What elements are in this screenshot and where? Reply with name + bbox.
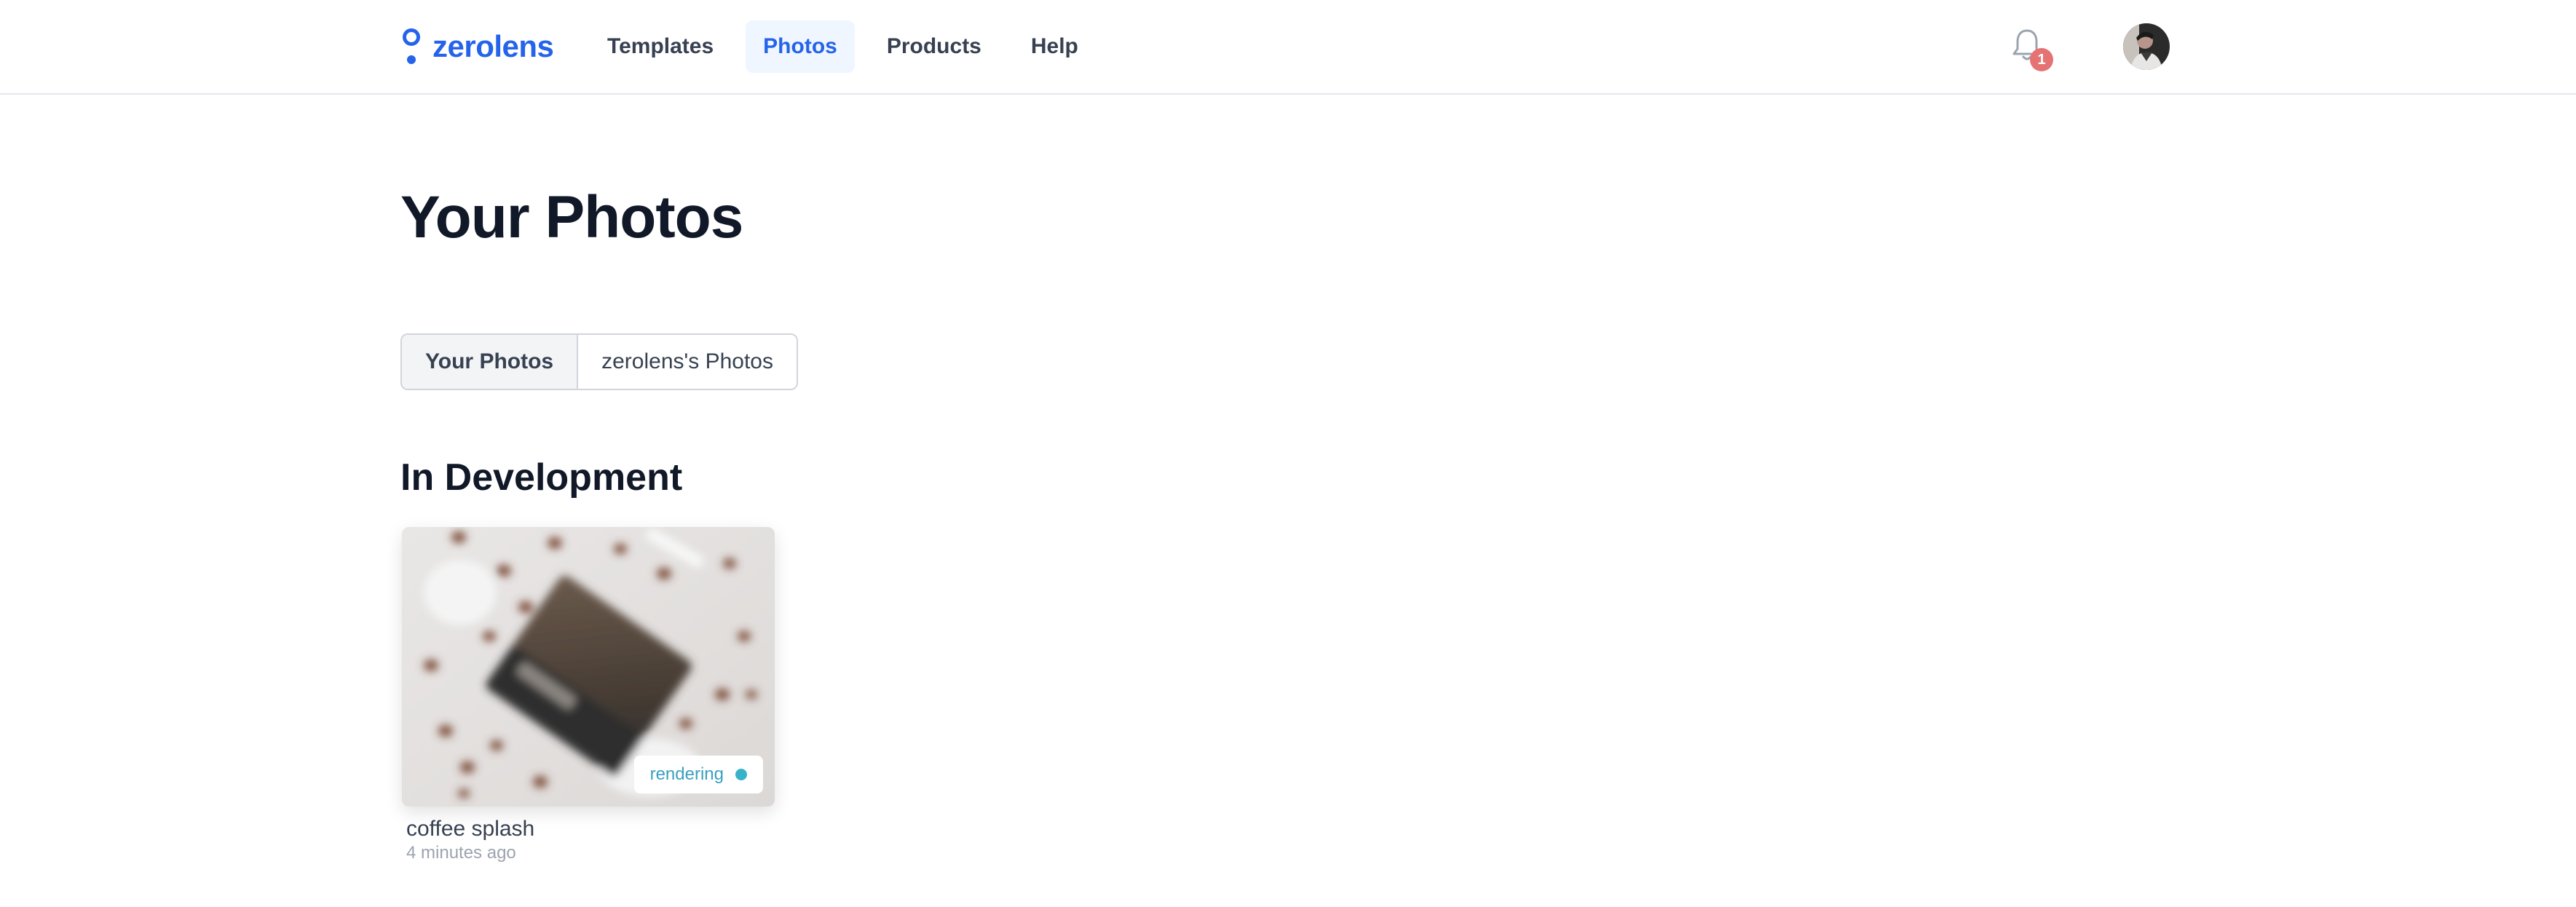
user-avatar[interactable] (2123, 23, 2170, 70)
main-nav: Templates Photos Products Help (590, 20, 1096, 73)
tab-zerolens-photos[interactable]: zerolens's Photos (577, 335, 797, 389)
photo-source-tabs: Your Photos zerolens's Photos (400, 333, 798, 390)
tab-your-photos[interactable]: Your Photos (402, 335, 577, 389)
photo-timestamp: 4 minutes ago (406, 843, 516, 863)
pin-logo-icon (400, 28, 422, 66)
status-badge: rendering (633, 756, 763, 793)
status-label: rendering (649, 764, 724, 784)
photo-card[interactable]: rendering coffee splash 4 minutes ago (402, 527, 775, 863)
section-title: In Development (400, 456, 683, 499)
nav-photos[interactable]: Photos (746, 20, 855, 73)
nav-templates[interactable]: Templates (590, 20, 731, 73)
brand-name: zerolens (432, 29, 554, 63)
status-dot-icon (735, 769, 747, 780)
notifications-button[interactable]: 1 (2010, 26, 2053, 73)
photo-thumbnail[interactable]: rendering (402, 527, 775, 807)
photo-name: coffee splash (406, 817, 535, 841)
notification-badge: 1 (2030, 48, 2053, 71)
nav-help[interactable]: Help (1014, 20, 1096, 73)
brand-logo[interactable]: zerolens (400, 28, 554, 66)
page-title: Your Photos (400, 184, 743, 250)
top-nav: zerolens Templates Photos Products Help … (0, 0, 2576, 95)
nav-products[interactable]: Products (869, 20, 999, 73)
